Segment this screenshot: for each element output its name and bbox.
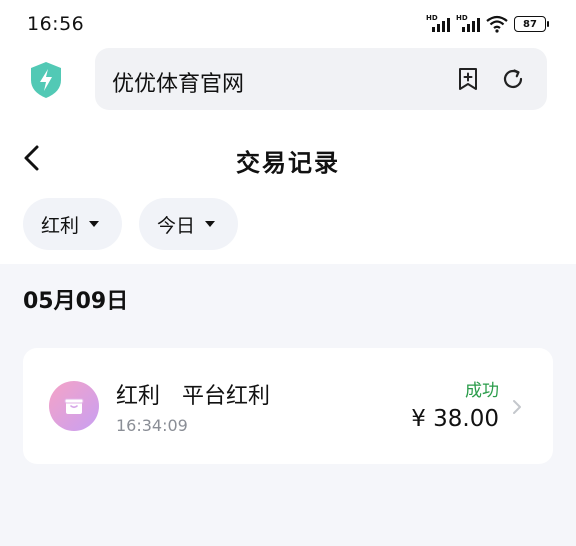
status-bar: 16:56 HD HD 87 (0, 0, 576, 48)
battery-icon: 87 (514, 16, 549, 32)
transaction-record[interactable]: 红利 平台红利 16:34:09 成功 ¥ 38.00 (23, 348, 553, 464)
filter-date-label: 今日 (157, 214, 196, 237)
filter-type-dropdown[interactable]: 红利 (23, 198, 122, 250)
address-bar[interactable]: 优优体育官网 (95, 48, 547, 110)
gift-box-icon (49, 381, 99, 431)
browser-chrome: 16:56 HD HD 87 优优体育官网 (0, 0, 576, 124)
filter-type-label: 红利 (41, 214, 80, 237)
status-icons: HD HD 87 (426, 14, 549, 34)
status-time: 16:56 (27, 13, 85, 35)
status-badge: 成功 (465, 381, 499, 401)
signal-icon: HD (426, 14, 450, 33)
record-amount: ¥ 38.00 (411, 406, 499, 432)
record-title: 红利 平台红利 (116, 384, 271, 409)
caret-down-icon (205, 221, 216, 227)
filter-date-dropdown[interactable]: 今日 (139, 198, 238, 250)
add-bookmark-icon[interactable] (455, 66, 481, 92)
page-header: 交易记录 红利 今日 (0, 124, 576, 264)
chevron-right-icon (513, 400, 521, 414)
wifi-icon (486, 15, 508, 33)
record-time: 16:34:09 (116, 416, 188, 435)
url-text[interactable]: 优优体育官网 (112, 66, 244, 98)
shield-bolt-icon[interactable] (28, 60, 64, 100)
date-heading: 05月09日 (23, 289, 129, 314)
signal-icon: HD (456, 14, 480, 33)
page-title: 交易记录 (236, 149, 340, 177)
battery-level: 87 (523, 18, 537, 30)
caret-down-icon (89, 221, 100, 227)
refresh-icon[interactable] (500, 66, 526, 92)
